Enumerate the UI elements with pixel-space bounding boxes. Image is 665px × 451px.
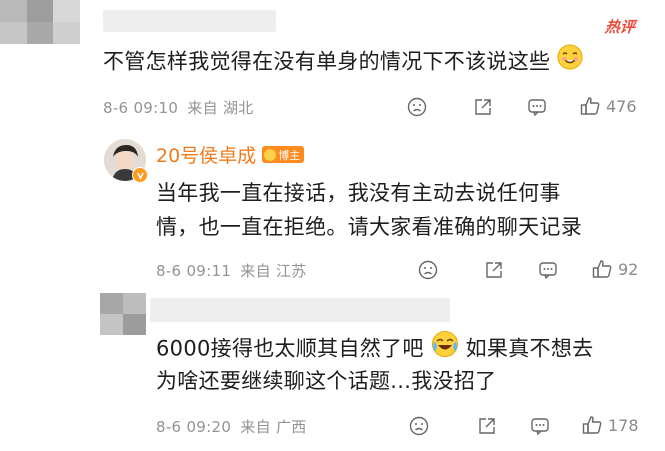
ip-location: 来自 广西	[240, 418, 307, 436]
reply-text-line-1: 当年我一直在接话，我没有主动去说任何事	[156, 181, 561, 205]
author-row: 20号侯卓成 博主	[156, 141, 305, 168]
comment-icon[interactable]	[529, 415, 551, 437]
ip-location: 来自 江苏	[240, 262, 307, 280]
thumbs-up-icon	[579, 95, 601, 117]
hot-comment-label: 热评	[604, 18, 636, 36]
comment-icon[interactable]	[526, 96, 548, 118]
dislike-icon[interactable]	[417, 259, 439, 281]
comment-text-line-2: 为啥还要继续聊这个话题...我没招了	[156, 369, 497, 393]
comment-meta: 8-6 09:11 来自 江苏	[156, 260, 307, 281]
smile-drool-emoji-icon	[557, 44, 583, 81]
like-count: 178	[608, 415, 639, 435]
like-count: 476	[606, 96, 637, 116]
comment-text: 不管怎样我觉得在没有单身的情况下不该说这些	[103, 44, 583, 81]
like-button[interactable]: 178	[581, 414, 639, 436]
comment-icon[interactable]	[537, 259, 559, 281]
share-icon[interactable]	[476, 415, 498, 437]
share-icon[interactable]	[483, 259, 505, 281]
fan-badge-icon	[264, 148, 277, 161]
comment-meta: 8-6 09:10 来自 湖北	[103, 97, 254, 118]
comment-meta: 8-6 09:20 来自 广西	[156, 416, 307, 437]
thumbs-up-icon	[581, 414, 603, 436]
username-blurred[interactable]	[150, 298, 450, 322]
reply-text-line-2: 情，也一直在拒绝。请大家看准确的聊天记录	[156, 215, 582, 239]
avatar-pixelated[interactable]	[100, 293, 146, 335]
verified-badge-icon	[132, 167, 148, 183]
share-icon[interactable]	[472, 96, 494, 118]
author-name[interactable]: 20号侯卓成	[156, 141, 256, 168]
timestamp: 8-6 09:20	[156, 418, 232, 436]
ip-location: 来自 湖北	[187, 99, 254, 117]
timestamp: 8-6 09:11	[156, 262, 232, 280]
timestamp: 8-6 09:10	[103, 99, 179, 117]
avatar-pixelated[interactable]	[0, 0, 80, 44]
like-button[interactable]: 92	[591, 258, 638, 280]
thumbs-up-icon	[591, 258, 613, 280]
like-button[interactable]: 476	[579, 95, 637, 117]
dislike-icon[interactable]	[408, 415, 430, 437]
dislike-icon[interactable]	[406, 96, 428, 118]
username-blurred[interactable]	[103, 10, 276, 32]
blogger-badge: 博主	[262, 146, 305, 163]
like-count: 92	[618, 259, 639, 279]
